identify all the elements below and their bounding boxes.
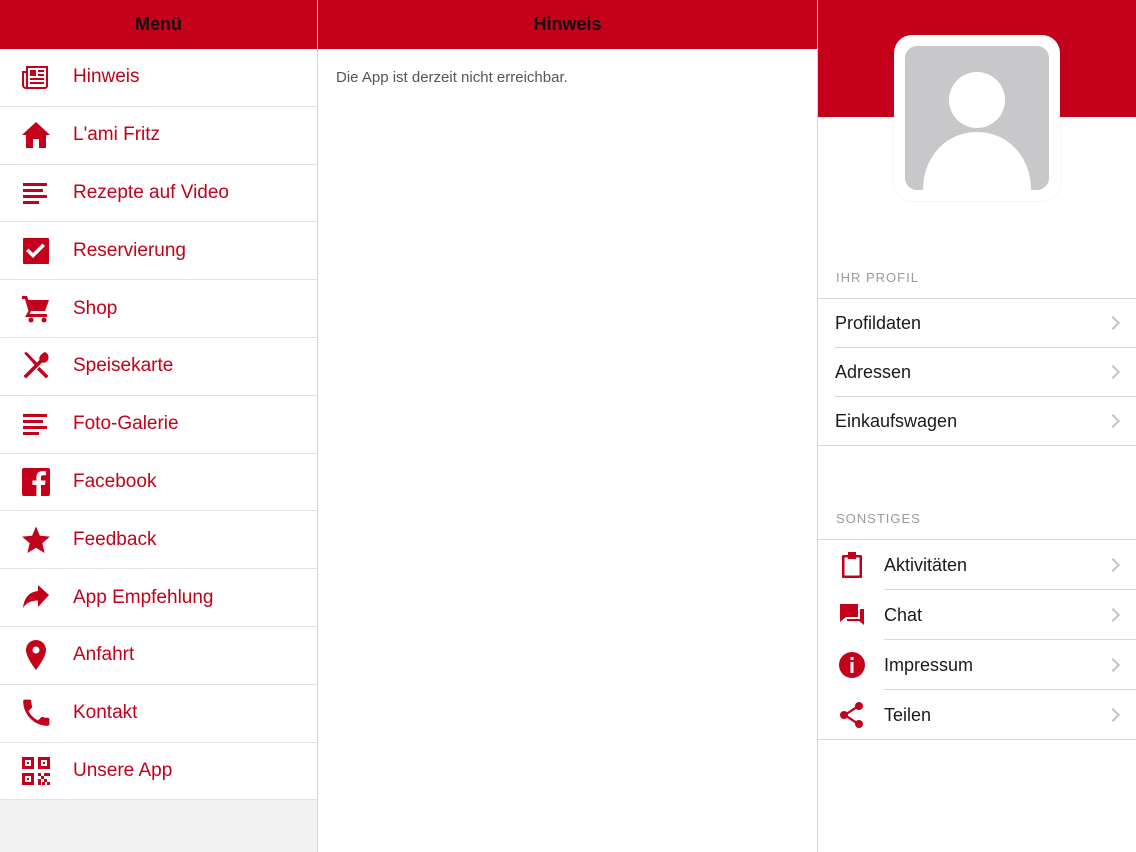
menu-item-hinweis[interactable]: Hinweis — [0, 49, 317, 107]
chevron-right-icon — [1105, 657, 1121, 673]
share-arrow-icon — [0, 569, 73, 626]
menu-item-label: Rezepte auf Video — [73, 181, 229, 203]
menu-item-label: Foto-Galerie — [73, 413, 179, 435]
menu-item-shop[interactable]: Shop — [0, 280, 317, 338]
menu-item-label: Facebook — [73, 470, 157, 492]
cutlery-icon — [0, 338, 73, 395]
menu-item-kontakt[interactable]: Kontakt — [0, 685, 317, 743]
app-window: Menü Hinweis L'ami Fritz Rezepte auf Vid… — [0, 0, 1136, 852]
other-list: Aktivitäten Chat Impressum Teilen — [818, 539, 1136, 740]
profile-item-einkaufswagen[interactable]: Einkaufswagen — [818, 397, 1136, 446]
side-menu: Menü Hinweis L'ami Fritz Rezepte auf Vid… — [0, 0, 318, 852]
profile-item-label: Profildaten — [835, 312, 922, 333]
profile-item-adressen[interactable]: Adressen — [835, 348, 1136, 397]
menu-item-reservierung[interactable]: Reservierung — [0, 222, 317, 281]
chevron-right-icon — [1105, 315, 1121, 331]
section-label-profile: IHR PROFIL — [836, 270, 919, 285]
other-item-teilen[interactable]: Teilen — [818, 690, 1136, 740]
chevron-right-icon — [1105, 707, 1121, 723]
share-icon — [818, 701, 884, 729]
menu-item-label: L'ami Fritz — [73, 124, 161, 146]
star-icon — [0, 511, 73, 568]
menu-item-rezepte[interactable]: Rezepte auf Video — [0, 165, 317, 223]
section-label-other: SONSTIGES — [836, 511, 921, 526]
profile-item-label: Adressen — [835, 361, 912, 382]
checkbox-icon — [0, 222, 73, 279]
menu-item-unsere-app[interactable]: Unsere App — [0, 743, 317, 801]
phone-icon — [0, 685, 73, 742]
list-icon — [0, 396, 73, 453]
chevron-right-icon — [1105, 557, 1121, 573]
profile-item-label: Einkaufswagen — [835, 410, 958, 431]
menu-item-label: Feedback — [73, 528, 157, 550]
cart-icon — [0, 280, 73, 337]
profile-panel: IHR PROFIL Profildaten Adressen Einkaufs… — [818, 0, 1136, 852]
menu-header: Menü — [0, 0, 317, 49]
other-item-aktivitaeten[interactable]: Aktivitäten — [818, 540, 1136, 590]
home-icon — [0, 107, 73, 164]
menu-item-label: Anfahrt — [73, 644, 135, 666]
other-item-label: Aktivitäten — [884, 554, 968, 575]
menu-item-feedback[interactable]: Feedback — [0, 511, 317, 570]
menu-item-speisekarte[interactable]: Speisekarte — [0, 338, 317, 396]
other-item-impressum[interactable]: Impressum — [818, 640, 1136, 690]
menu-item-label: App Empfehlung — [73, 586, 214, 608]
content-panel: Hinweis Die App ist derzeit nicht erreic… — [318, 0, 818, 852]
chevron-right-icon — [1105, 364, 1121, 380]
other-item-label: Teilen — [884, 704, 932, 725]
other-item-label: Impressum — [884, 654, 974, 675]
menu-title: Menü — [135, 14, 182, 34]
content-body: Die App ist derzeit nicht erreichbar. — [318, 49, 817, 106]
menu-item-foto-galerie[interactable]: Foto-Galerie — [0, 396, 317, 454]
menu-item-label: Unsere App — [73, 759, 173, 781]
facebook-icon — [0, 454, 73, 511]
info-icon — [818, 651, 884, 679]
chevron-right-icon — [1105, 413, 1121, 429]
menu-item-label: Speisekarte — [73, 355, 174, 377]
profile-item-profildaten[interactable]: Profildaten — [835, 299, 1136, 348]
menu-item-anfahrt[interactable]: Anfahrt — [0, 627, 317, 685]
menu-item-app-empfehlung[interactable]: App Empfehlung — [0, 569, 317, 627]
avatar[interactable] — [894, 35, 1060, 201]
menu-item-label: Hinweis — [73, 66, 140, 88]
avatar-placeholder-icon — [905, 46, 1049, 190]
map-pin-icon — [0, 627, 73, 684]
content-header: Hinweis — [318, 0, 817, 49]
clipboard-icon — [818, 551, 884, 579]
other-item-label: Chat — [884, 604, 923, 625]
menu-item-lami-fritz[interactable]: L'ami Fritz — [0, 107, 317, 165]
menu-item-label: Kontakt — [73, 702, 138, 724]
content-title: Hinweis — [533, 14, 602, 34]
menu-item-facebook[interactable]: Facebook — [0, 454, 317, 512]
other-item-chat[interactable]: Chat — [818, 590, 1136, 640]
menu-item-label: Reservierung — [73, 239, 186, 261]
chat-icon — [818, 601, 884, 629]
newspaper-icon — [0, 49, 73, 106]
chevron-right-icon — [1105, 607, 1121, 623]
qr-code-icon — [0, 743, 73, 800]
profile-list: Profildaten Adressen Einkaufswagen — [818, 298, 1136, 446]
menu-list: Hinweis L'ami Fritz Rezepte auf Video Re… — [0, 49, 317, 801]
list-icon — [0, 165, 73, 222]
notice-message: Die App ist derzeit nicht erreichbar. — [336, 69, 568, 86]
menu-item-label: Shop — [73, 297, 118, 319]
